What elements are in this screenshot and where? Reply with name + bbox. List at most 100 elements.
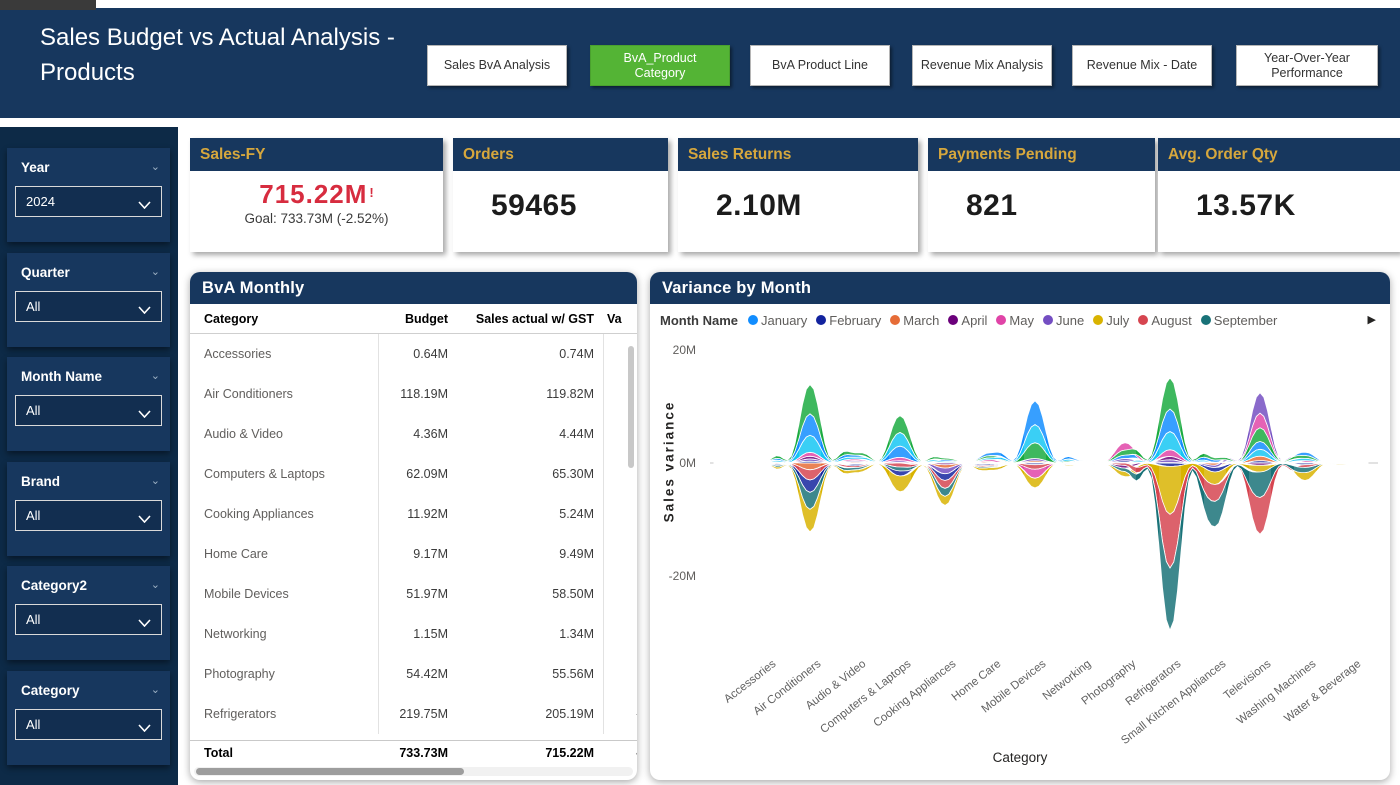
legend-items: January February March April May June July Augu… <box>748 313 1286 328</box>
chevron-down-icon <box>138 720 151 735</box>
table-row[interactable]: Refrigerators219.75M205.19M-14.56M <box>190 694 637 734</box>
legend-item-august[interactable]: August <box>1138 313 1191 328</box>
legend-item-march[interactable]: March <box>890 313 939 328</box>
cell-category: Refrigerators <box>204 707 276 721</box>
category-highlight-stripe <box>1204 334 1226 656</box>
cell-actual: 205.19M <box>434 707 594 721</box>
nav-button-revenue-mix-analysis[interactable]: Revenue Mix Analysis <box>912 45 1052 86</box>
legend-item-label: September <box>1214 313 1278 328</box>
category-highlight-stripe <box>979 334 1001 656</box>
cell-actual: 9.49M <box>434 547 594 561</box>
nav-button-revenue-mix-date[interactable]: Revenue Mix - Date <box>1072 45 1212 86</box>
total-label: Total <box>204 746 233 760</box>
legend-dot-icon <box>816 315 826 325</box>
category-highlight-stripe <box>1249 334 1271 656</box>
filter-value: All <box>26 403 40 418</box>
cell-actual: 58.50M <box>434 587 594 601</box>
cell-category: Photography <box>204 667 275 681</box>
filter-card-brand: Brand⌄All <box>7 462 170 556</box>
cell-category: Mobile Devices <box>204 587 289 601</box>
filter-value: 2024 <box>26 194 55 209</box>
table-horizontal-scrollbar[interactable] <box>194 767 633 776</box>
category-highlight-stripe <box>799 334 821 656</box>
table-body: Accessories0.64M0.74M0.10MAir Conditione… <box>190 334 637 741</box>
nav-button-bva-product-line[interactable]: BvA Product Line <box>750 45 890 86</box>
nav-button-year-over-year-performance[interactable]: Year-Over-Year Performance <box>1236 45 1378 86</box>
table-row[interactable]: Computers & Laptops62.09M65.30M3.21M <box>190 454 637 494</box>
chevron-down-icon <box>138 302 151 317</box>
legend-dot-icon <box>748 315 758 325</box>
legend-item-may[interactable]: May <box>996 313 1034 328</box>
chevron-down-icon <box>138 615 151 630</box>
legend-item-february[interactable]: February <box>816 313 881 328</box>
legend-item-label: August <box>1151 313 1191 328</box>
total-variance: -18.51M <box>607 746 637 760</box>
cell-variance: 0.32M <box>607 547 637 561</box>
kpi-alert-icon: ! <box>369 185 373 200</box>
filter-card-quarter: Quarter⌄All <box>7 253 170 347</box>
chevron-down-icon[interactable]: ⌄ <box>151 474 160 487</box>
window-corner-tab <box>0 0 96 10</box>
kpi-card-sales-fy: Sales-FY715.22M!Goal: 733.73M (-2.52%) <box>190 138 443 252</box>
total-budget: 733.73M <box>348 746 448 760</box>
filter-dropdown-category2[interactable]: All <box>15 604 162 635</box>
cell-actual: 119.82M <box>434 387 594 401</box>
legend-item-july[interactable]: July <box>1093 313 1129 328</box>
kpi-card-sales-returns: Sales Returns2.10M <box>678 138 918 252</box>
legend-item-september[interactable]: September <box>1201 313 1278 328</box>
filter-dropdown-year[interactable]: 2024 <box>15 186 162 217</box>
table-row[interactable]: Air Conditioners118.19M119.82M1.63M <box>190 374 637 414</box>
col-header-category[interactable]: Category <box>204 312 258 326</box>
legend-dot-icon <box>948 315 958 325</box>
nav-button-bva-product-category[interactable]: BvA_Product Category <box>590 45 730 86</box>
cell-category: Computers & Laptops <box>204 467 325 481</box>
chevron-down-icon[interactable]: ⌄ <box>151 683 160 696</box>
filter-card-category: Category⌄All <box>7 671 170 765</box>
legend-title: Month Name <box>660 313 738 328</box>
table-row[interactable]: Cooking Appliances11.92M5.24M-6.68M <box>190 494 637 534</box>
filter-value: All <box>26 612 40 627</box>
chart-legend: Month Name JanuaryFebruaryMarchAprilMayJ… <box>660 310 1382 330</box>
cell-actual: 5.24M <box>434 507 594 521</box>
cell-actual: 0.74M <box>434 347 594 361</box>
table-row[interactable]: Photography54.42M55.56M1.14M <box>190 654 637 694</box>
filter-dropdown-brand[interactable]: All <box>15 500 162 531</box>
variance-panel: Variance by Month ▶ Sales variance Categ… <box>650 272 1390 780</box>
nav-button-sales-bva-analysis[interactable]: Sales BvA Analysis <box>427 45 567 86</box>
streamgraph-chart[interactable] <box>696 334 1384 656</box>
cell-category: Accessories <box>204 347 271 361</box>
y-tick-label: -20M <box>656 569 696 583</box>
cell-category: Home Care <box>204 547 268 561</box>
category-highlight-stripe <box>1159 334 1181 656</box>
kpi-card-avg-order-qty: Avg. Order Qty13.57K <box>1158 138 1400 252</box>
legend-item-april[interactable]: April <box>948 313 987 328</box>
legend-item-june[interactable]: June <box>1043 313 1084 328</box>
legend-item-label: May <box>1009 313 1034 328</box>
filter-dropdown-month-name[interactable]: All <box>15 395 162 426</box>
scrollbar-thumb[interactable] <box>196 768 464 775</box>
chevron-down-icon[interactable]: ⌄ <box>151 369 160 382</box>
legend-item-january[interactable]: January <box>748 313 807 328</box>
table-row[interactable]: Mobile Devices51.97M58.50M6.53M <box>190 574 637 614</box>
table-row[interactable]: Home Care9.17M9.49M0.32M <box>190 534 637 574</box>
filter-card-month-name: Month Name⌄All <box>7 357 170 451</box>
table-row[interactable]: Audio & Video4.36M4.44M0.08M <box>190 414 637 454</box>
filter-dropdown-quarter[interactable]: All <box>15 291 162 322</box>
total-actual: 715.22M <box>434 746 594 760</box>
table-row[interactable]: Networking1.15M1.34M0.19M <box>190 614 637 654</box>
chevron-down-icon[interactable]: ⌄ <box>151 265 160 278</box>
legend-dot-icon <box>1093 315 1103 325</box>
dashboard-canvas: Sales Budget vs Actual Analysis - Produc… <box>0 0 1400 785</box>
col-header-variance[interactable]: Va <box>607 312 622 326</box>
y-tick-label: 20M <box>656 343 696 357</box>
col-header-budget[interactable]: Budget <box>348 312 448 326</box>
col-header-sales-actual[interactable]: Sales actual w/ GST <box>434 312 594 326</box>
chevron-down-icon[interactable]: ⌄ <box>151 578 160 591</box>
legend-dot-icon <box>996 315 1006 325</box>
kpi-value: 2.10M <box>716 189 918 223</box>
cell-budget: 54.42M <box>348 667 448 681</box>
table-vertical-scrollbar[interactable] <box>628 346 634 468</box>
chevron-down-icon[interactable]: ⌄ <box>151 160 160 173</box>
table-row[interactable]: Accessories0.64M0.74M0.10M <box>190 334 637 374</box>
filter-dropdown-category[interactable]: All <box>15 709 162 740</box>
